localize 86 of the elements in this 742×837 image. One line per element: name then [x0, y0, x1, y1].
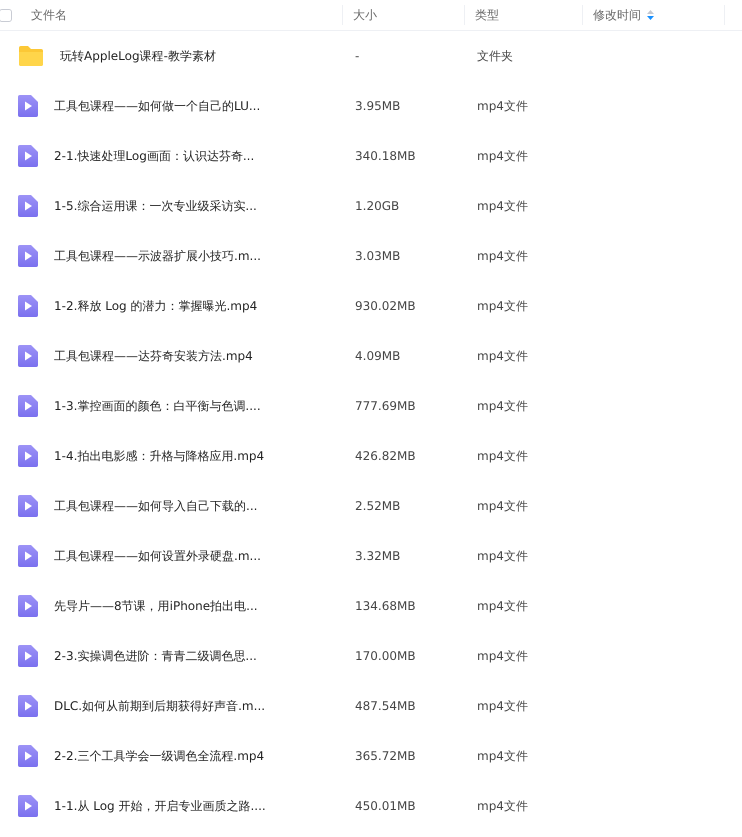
file-row[interactable]: 1-2.释放 Log 的潜力：掌握曝光.mp4 930.02MB mp4文件 — [0, 281, 742, 331]
column-header[interactable]: 大小 — [353, 6, 377, 24]
file-row[interactable]: 工具包课程——如何设置外录硬盘.m... 3.32MB mp4文件 — [0, 531, 742, 581]
file-type: mp4文件 — [477, 98, 528, 112]
file-size: 777.69MB — [355, 399, 416, 413]
video-file-icon — [18, 695, 38, 717]
video-file-icon — [18, 95, 38, 117]
file-size: 2.52MB — [355, 499, 400, 513]
file-type: mp4文件 — [477, 548, 528, 562]
file-size: 170.00MB — [355, 649, 416, 663]
column-header[interactable]: 修改时间 — [593, 6, 641, 24]
file-name: 2-3.实操调色进阶：青青二级调色思... — [54, 648, 257, 664]
video-file-icon — [18, 745, 38, 767]
file-size: 134.68MB — [355, 599, 416, 613]
video-file-icon — [18, 545, 38, 567]
file-row[interactable]: 2-3.实操调色进阶：青青二级调色思... 170.00MB mp4文件 — [0, 631, 742, 681]
video-file-icon — [18, 395, 38, 417]
folder-icon — [18, 45, 44, 67]
video-file-icon — [18, 295, 38, 317]
file-size: 365.72MB — [355, 749, 416, 763]
file-size: 340.18MB — [355, 149, 416, 163]
file-name: 玩转AppleLog课程-教学素材 — [60, 48, 216, 64]
file-name: 2-2.三个工具学会一级调色全流程.mp4 — [54, 748, 264, 764]
video-file-icon — [18, 345, 38, 367]
column-header[interactable]: 类型 — [475, 6, 499, 24]
file-type: mp4文件 — [477, 798, 528, 812]
file-row[interactable]: 1-5.综合运用课：一次专业级采访实... 1.20GB mp4文件 — [0, 181, 742, 231]
file-name: 1-1.从 Log 开始，开启专业画质之路.... — [54, 798, 266, 814]
file-row[interactable]: 1-1.从 Log 开始，开启专业画质之路.... 450.01MB mp4文件 — [0, 781, 742, 831]
file-size: 3.32MB — [355, 549, 400, 563]
file-type: mp4文件 — [477, 298, 528, 312]
file-name: 工具包课程——如何导入自己下载的... — [54, 498, 258, 514]
file-size: 4.09MB — [355, 349, 400, 363]
video-file-icon — [18, 645, 38, 667]
select-all-checkbox[interactable] — [0, 8, 12, 22]
file-name: 1-5.综合运用课：一次专业级采访实... — [54, 198, 257, 214]
sort-icon[interactable] — [647, 10, 654, 20]
video-file-icon — [18, 445, 38, 467]
file-name: 工具包课程——示波器扩展小技巧.m... — [54, 248, 261, 264]
file-type: 文件夹 — [477, 48, 513, 62]
file-type: mp4文件 — [477, 698, 528, 712]
video-file-icon — [18, 145, 38, 167]
file-type: mp4文件 — [477, 398, 528, 412]
file-name: 工具包课程——达芬奇安装方法.mp4 — [54, 348, 253, 364]
file-name: 1-4.拍出电影感：升格与降格应用.mp4 — [54, 448, 264, 464]
column-header[interactable]: 文件名 — [31, 6, 67, 24]
video-file-icon — [18, 595, 38, 617]
file-row[interactable]: DLC.如何从前期到后期获得好声音.m... 487.54MB mp4文件 — [0, 681, 742, 731]
file-row[interactable]: 2-2.三个工具学会一级调色全流程.mp4 365.72MB mp4文件 — [0, 731, 742, 781]
file-row[interactable]: 1-4.拍出电影感：升格与降格应用.mp4 426.82MB mp4文件 — [0, 431, 742, 481]
file-row[interactable]: 1-3.掌控画面的颜色：白平衡与色调.... 777.69MB mp4文件 — [0, 381, 742, 431]
file-type: mp4文件 — [477, 148, 528, 162]
file-name: DLC.如何从前期到后期获得好声音.m... — [54, 698, 266, 714]
video-file-icon — [18, 495, 38, 517]
file-type: mp4文件 — [477, 498, 528, 512]
file-name: 2-1.快速处理Log画面：认识达芬奇... — [54, 148, 254, 164]
file-size: - — [355, 49, 360, 63]
video-file-icon — [18, 195, 38, 217]
file-type: mp4文件 — [477, 748, 528, 762]
file-size: 3.95MB — [355, 99, 400, 113]
file-type: mp4文件 — [477, 248, 528, 262]
video-file-icon — [18, 245, 38, 267]
file-row[interactable]: 工具包课程——如何做一个自己的LU... 3.95MB mp4文件 — [0, 81, 742, 131]
file-name: 工具包课程——如何设置外录硬盘.m... — [54, 548, 261, 564]
file-row[interactable]: 工具包课程——如何导入自己下载的... 2.52MB mp4文件 — [0, 481, 742, 531]
file-size: 930.02MB — [355, 299, 416, 313]
file-name: 1-3.掌控画面的颜色：白平衡与色调.... — [54, 398, 261, 414]
file-size: 3.03MB — [355, 249, 400, 263]
file-row[interactable]: 先导片——8节课，用iPhone拍出电... 134.68MB mp4文件 — [0, 581, 742, 631]
file-name: 工具包课程——如何做一个自己的LU... — [54, 98, 260, 114]
file-type: mp4文件 — [477, 448, 528, 462]
file-row[interactable]: 工具包课程——示波器扩展小技巧.m... 3.03MB mp4文件 — [0, 231, 742, 281]
file-type: mp4文件 — [477, 348, 528, 362]
file-name: 1-2.释放 Log 的潜力：掌握曝光.mp4 — [54, 298, 258, 314]
file-row[interactable]: 工具包课程——达芬奇安装方法.mp4 4.09MB mp4文件 — [0, 331, 742, 381]
file-size: 450.01MB — [355, 799, 416, 813]
file-type: mp4文件 — [477, 198, 528, 212]
file-size: 487.54MB — [355, 699, 416, 713]
file-size: 1.20GB — [355, 199, 400, 213]
file-row[interactable]: 玩转AppleLog课程-教学素材 - 文件夹 — [0, 31, 742, 81]
video-file-icon — [18, 795, 38, 817]
file-type: mp4文件 — [477, 648, 528, 662]
file-type: mp4文件 — [477, 598, 528, 612]
file-row[interactable]: 2-1.快速处理Log画面：认识达芬奇... 340.18MB mp4文件 — [0, 131, 742, 181]
file-size: 426.82MB — [355, 449, 416, 463]
file-name: 先导片——8节课，用iPhone拍出电... — [54, 598, 258, 614]
